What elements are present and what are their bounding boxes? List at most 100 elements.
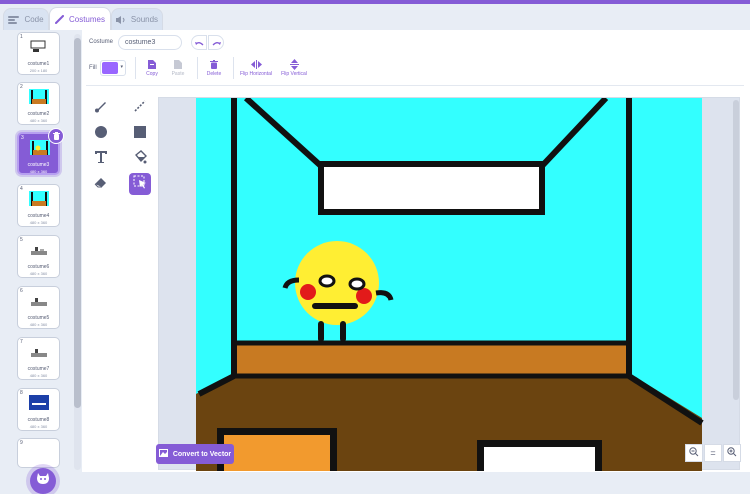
costume-list-scrollbar[interactable] bbox=[74, 38, 81, 408]
brush-icon bbox=[94, 99, 108, 118]
circle-tool[interactable] bbox=[90, 123, 112, 145]
costume-number: 6 bbox=[20, 288, 23, 294]
costume-item-2[interactable]: 2 costume2 480 x 360 bbox=[17, 82, 60, 125]
costume-size: 480 x 360 bbox=[29, 322, 48, 327]
canvas-scrollbar[interactable] bbox=[733, 100, 739, 400]
tab-sounds-label: Sounds bbox=[130, 15, 159, 24]
undo-icon bbox=[194, 34, 204, 52]
convert-to-vector-button[interactable]: Convert to Vector bbox=[156, 444, 234, 464]
costume-size: 480 x 360 bbox=[29, 220, 48, 225]
costume-name: costume2 bbox=[27, 111, 50, 117]
editor-tabs: Code Costumes Sounds bbox=[0, 4, 750, 30]
copy-button[interactable]: Copy bbox=[142, 58, 162, 77]
costume-thumbnail bbox=[30, 140, 50, 155]
costume-size: 480 x 360 bbox=[29, 169, 48, 174]
costume-thumbnail bbox=[29, 191, 49, 206]
flip-vertical-label: Flip Vertical bbox=[281, 71, 307, 77]
costume-item-4[interactable]: 4 costume4 480 x 360 bbox=[17, 184, 60, 227]
zoom-in-button[interactable] bbox=[723, 444, 741, 462]
costume-name: costume1 bbox=[27, 61, 50, 67]
flip-vertical-icon bbox=[278, 58, 310, 71]
costume-item-3[interactable]: 3 costume3 480 x 360 bbox=[17, 128, 64, 175]
zoom-out-button[interactable] bbox=[685, 444, 703, 462]
tab-costumes-label: Costumes bbox=[68, 14, 105, 24]
eraser-tool[interactable] bbox=[90, 173, 112, 195]
costume-number: 5 bbox=[20, 237, 23, 243]
convert-to-vector-label: Convert to Vector bbox=[172, 450, 232, 458]
circle-icon bbox=[94, 125, 108, 144]
brush-icon bbox=[54, 14, 64, 24]
flip-vertical-button[interactable]: Flip Vertical bbox=[278, 58, 310, 77]
fill-label: Fill bbox=[89, 65, 97, 71]
undo-button[interactable] bbox=[191, 35, 207, 50]
line-icon bbox=[133, 99, 147, 118]
tab-code[interactable]: Code bbox=[3, 8, 49, 30]
fill-color bbox=[102, 62, 118, 74]
line-tool[interactable] bbox=[129, 97, 151, 119]
costume-thumbnail bbox=[31, 349, 47, 357]
text-icon bbox=[94, 150, 108, 169]
zoom-reset-button[interactable]: = bbox=[704, 444, 722, 462]
fill-color-picker[interactable]: ▾ bbox=[100, 60, 126, 76]
costume-name: costume7 bbox=[27, 366, 50, 372]
costume-name: costume4 bbox=[27, 213, 50, 219]
flip-horizontal-icon bbox=[237, 58, 275, 71]
costume-number: 2 bbox=[20, 84, 23, 90]
tab-code-label: Code bbox=[24, 15, 44, 24]
costume-thumbnail bbox=[31, 298, 47, 306]
chevron-down-icon: ▾ bbox=[120, 64, 123, 70]
costume-size: 200 x 180 bbox=[29, 68, 48, 73]
select-icon bbox=[133, 175, 147, 194]
tab-sounds[interactable]: Sounds bbox=[111, 8, 163, 30]
rectangle-icon bbox=[133, 125, 147, 144]
costume-item-6[interactable]: 6 costume5 480 x 360 bbox=[17, 286, 60, 329]
zoom-out-icon bbox=[689, 447, 699, 459]
costume-size: 480 x 360 bbox=[29, 373, 48, 378]
tab-costumes[interactable]: Costumes bbox=[49, 7, 111, 30]
costume-number: 3 bbox=[21, 135, 24, 141]
toolbar-divider bbox=[233, 57, 234, 79]
canvas-area bbox=[158, 97, 741, 471]
paste-button[interactable]: Paste bbox=[167, 58, 189, 77]
costume-list: 1 costume1 200 x 180 2 costume2 480 x 36… bbox=[0, 30, 82, 494]
redo-button[interactable] bbox=[208, 35, 224, 50]
text-tool[interactable] bbox=[90, 148, 112, 170]
costume-name-label: Costume bbox=[89, 39, 114, 45]
costume-number: 8 bbox=[20, 390, 23, 396]
brush-tool[interactable] bbox=[90, 97, 112, 119]
costume-name: costume5 bbox=[27, 315, 50, 321]
costume-number: 7 bbox=[20, 339, 23, 345]
costume-thumbnail bbox=[30, 40, 46, 52]
trash-icon bbox=[202, 58, 226, 71]
costume-size: 480 x 360 bbox=[29, 271, 48, 276]
costume-canvas[interactable] bbox=[159, 98, 741, 471]
costume-item-7[interactable]: 7 costume7 480 x 360 bbox=[17, 337, 60, 380]
toolbar-divider bbox=[135, 57, 136, 79]
fill-tool[interactable] bbox=[129, 148, 151, 170]
copy-icon bbox=[142, 58, 162, 71]
toolbar-divider bbox=[197, 57, 198, 79]
speaker-icon bbox=[115, 15, 126, 24]
trash-icon bbox=[52, 127, 60, 145]
zoom-controls: = bbox=[685, 444, 741, 462]
delete-button[interactable]: Delete bbox=[202, 58, 226, 77]
costume-name-input[interactable]: costume3 bbox=[118, 35, 182, 50]
copy-label: Copy bbox=[146, 71, 158, 77]
costume-number: 1 bbox=[20, 34, 23, 40]
flip-horizontal-button[interactable]: Flip Horizontal bbox=[237, 58, 275, 77]
costume-name: costume6 bbox=[27, 264, 50, 270]
costume-item-1[interactable]: 1 costume1 200 x 180 bbox=[17, 32, 60, 75]
costume-number: 4 bbox=[20, 186, 23, 192]
toolbar-separator bbox=[86, 85, 744, 86]
costume-item-9[interactable]: 9 bbox=[17, 438, 60, 468]
image-icon bbox=[158, 449, 168, 459]
paste-icon bbox=[167, 58, 189, 71]
costume-item-8[interactable]: 8 costume8 480 x 360 bbox=[17, 388, 60, 431]
costume-item-5[interactable]: 5 costume6 480 x 360 bbox=[17, 235, 60, 278]
paint-editor: Costume costume3 Fill ▾ Copy Paste Delet… bbox=[82, 30, 750, 472]
delete-costume-button[interactable] bbox=[48, 128, 64, 144]
costume-size: 480 x 360 bbox=[29, 118, 48, 123]
rectangle-tool[interactable] bbox=[129, 123, 151, 145]
select-tool[interactable] bbox=[129, 173, 151, 195]
code-icon bbox=[8, 15, 20, 24]
